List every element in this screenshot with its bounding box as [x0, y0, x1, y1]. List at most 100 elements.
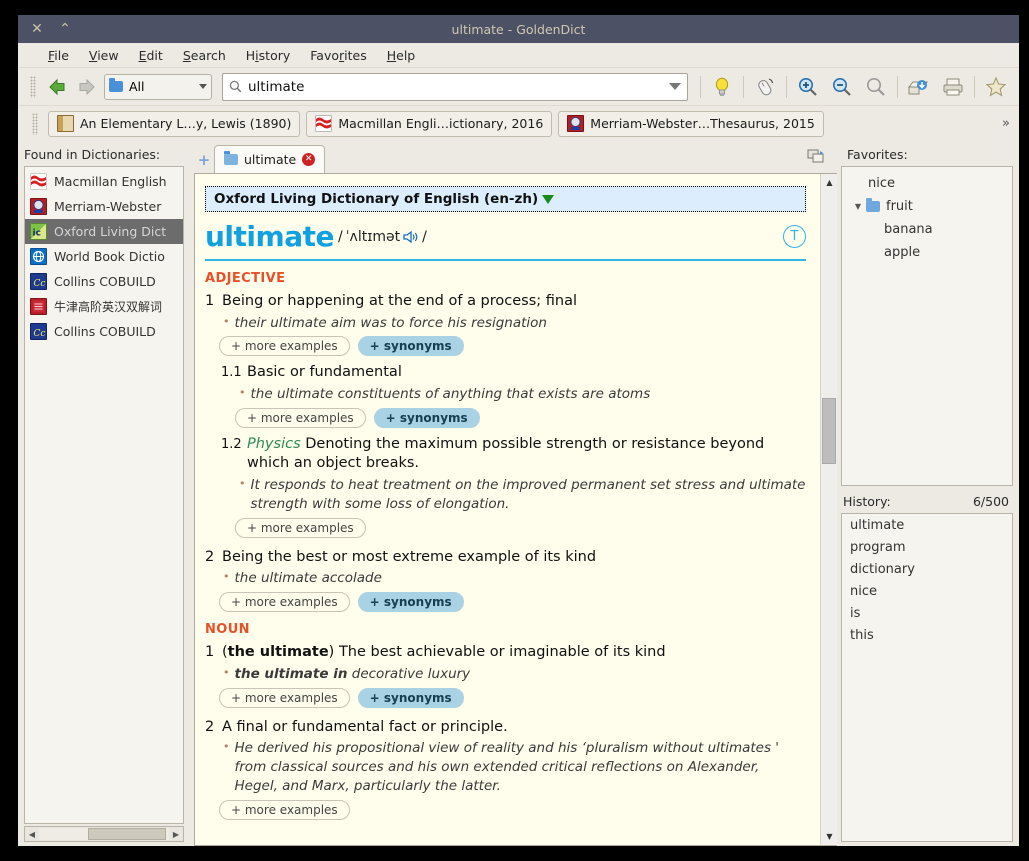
favorites-item-nice[interactable]: nice — [844, 172, 1010, 195]
translate-badge[interactable]: T — [783, 225, 806, 248]
history-list[interactable]: ultimate program dictionary nice is this — [841, 513, 1013, 842]
synonyms-button[interactable]: + synonyms — [357, 336, 464, 357]
dictbar-button-latin[interactable]: An Elementary L…y, Lewis (1890) — [48, 110, 301, 137]
found-item-oxford[interactable]: ic Oxford Living Dict — [25, 219, 183, 244]
sense-noun-2: 2 A final or fundamental fact or princip… — [205, 718, 806, 738]
found-list-horizontal-scrollbar[interactable]: ◀ ▶ — [24, 826, 184, 842]
zoom-in-icon[interactable] — [793, 72, 823, 102]
toolbar-grip[interactable] — [30, 75, 36, 98]
synonyms-button[interactable]: + synonyms — [357, 687, 464, 708]
tab-list-icon[interactable] — [807, 148, 825, 168]
folder-icon — [866, 198, 880, 212]
tab-ultimate[interactable]: ultimate ✕ — [214, 145, 326, 173]
found-item-collins-2[interactable]: Cc Collins COBUILD — [25, 319, 183, 344]
dictbar-button-merriam[interactable]: Merriam-Webster…Thesaurus, 2015 — [558, 110, 824, 137]
save-article-icon[interactable] — [904, 72, 934, 102]
menu-favorites[interactable]: Favorites — [300, 46, 376, 65]
found-item-oxford-chinese[interactable]: 牛津高阶英汉双解词 — [25, 294, 183, 319]
toolbar-separator — [700, 75, 701, 98]
oxford-chinese-icon — [30, 298, 47, 315]
bullet-icon: • — [223, 665, 230, 679]
svg-text:Cc: Cc — [34, 329, 46, 339]
favorites-list[interactable]: nice ▼ fruit banana apple — [841, 166, 1013, 486]
favorites-item-apple[interactable]: apple — [844, 241, 1010, 264]
more-examples-button[interactable]: + more examples — [219, 799, 350, 820]
forward-arrow-icon[interactable] — [74, 74, 100, 100]
menu-search[interactable]: Search — [173, 46, 236, 65]
dictbar-grip[interactable] — [32, 112, 38, 135]
green-triangle-icon[interactable] — [542, 194, 555, 204]
more-examples-button[interactable]: + more examples — [235, 517, 366, 538]
menu-history[interactable]: History — [236, 46, 301, 65]
macmillan-icon — [315, 115, 333, 132]
found-item-merriam[interactable]: Merriam-Webster — [25, 194, 183, 219]
print-icon[interactable] — [938, 72, 968, 102]
tab-label: ultimate — [244, 152, 297, 167]
favorites-item-label: banana — [884, 222, 933, 237]
menu-edit[interactable]: Edit — [129, 46, 173, 65]
scroll-down-icon[interactable]: ▼ — [824, 832, 835, 841]
favorites-item-banana[interactable]: banana — [844, 218, 1010, 241]
history-item[interactable]: is — [844, 606, 1010, 628]
history-item[interactable]: ultimate — [844, 518, 1010, 540]
article-vertical-scrollbar[interactable]: ▲ ▼ — [820, 174, 837, 845]
hscroll-track[interactable] — [39, 828, 169, 840]
macmillan-icon — [30, 173, 47, 190]
collins-icon: Cc — [30, 323, 47, 340]
found-item-label: Collins COBUILD — [54, 324, 156, 339]
speaker-icon[interactable] — [403, 230, 419, 244]
found-item-macmillan[interactable]: Macmillan English — [25, 169, 183, 194]
close-icon[interactable]: ✕ — [30, 22, 44, 36]
scroll-up-icon[interactable]: ▲ — [824, 178, 835, 187]
subsense-text: Denoting the maximum possible strength o… — [247, 435, 765, 472]
zoom-out-icon[interactable] — [827, 72, 857, 102]
zoom-reset-icon[interactable] — [861, 72, 891, 102]
scan-popup-icon[interactable] — [750, 72, 780, 102]
menu-help[interactable]: Help — [377, 46, 426, 65]
article-dictionary-header[interactable]: Oxford Living Dictionary of English (en-… — [205, 186, 806, 212]
dictionary-group-selector[interactable]: All — [104, 73, 212, 100]
add-tab-button[interactable]: + — [194, 147, 214, 173]
close-icon[interactable]: ✕ — [302, 153, 316, 166]
found-item-label: 牛津高阶英汉双解词 — [54, 300, 163, 314]
dictbar-label: Merriam-Webster…Thesaurus, 2015 — [590, 116, 815, 131]
found-item-world-book[interactable]: World Book Dictio — [25, 244, 183, 269]
window-title: ultimate - GoldenDict — [451, 21, 586, 37]
menu-view[interactable]: View — [79, 46, 129, 65]
expander-triangle-icon[interactable]: ▼ — [850, 202, 866, 211]
synonyms-button[interactable]: + synonyms — [357, 592, 464, 613]
history-item[interactable]: program — [844, 540, 1010, 562]
menu-file[interactable]: File — [38, 46, 79, 65]
chevron-down-icon[interactable] — [669, 83, 681, 90]
vscroll-thumb[interactable] — [822, 398, 836, 464]
more-examples-button[interactable]: + more examples — [219, 336, 350, 357]
history-item[interactable]: dictionary — [844, 562, 1010, 584]
example-adj-1-2: • It responds to heat treatment on the i… — [239, 476, 806, 514]
back-arrow-icon[interactable] — [44, 74, 70, 100]
search-input[interactable]: ultimate — [222, 72, 688, 101]
merriam-webster-icon — [30, 198, 47, 215]
history-item[interactable]: nice — [844, 584, 1010, 606]
folder-icon — [224, 151, 238, 165]
more-examples-button[interactable]: + more examples — [219, 687, 350, 708]
scroll-left-icon[interactable]: ◀ — [25, 830, 39, 839]
synonyms-button[interactable]: + synonyms — [373, 407, 480, 428]
dictbar-overflow-icon[interactable]: » — [1002, 116, 1010, 131]
scroll-right-icon[interactable]: ▶ — [169, 830, 183, 839]
button-row-adj-1-1: + more examples + synonyms — [235, 407, 806, 428]
more-examples-button[interactable]: + more examples — [219, 592, 350, 613]
subsense-text: Basic or fundamental — [247, 364, 402, 381]
more-examples-button[interactable]: + more examples — [235, 407, 366, 428]
dictbar-button-macmillan[interactable]: Macmillan Engli…ictionary, 2016 — [306, 110, 553, 137]
collapse-chevron-icon[interactable]: ⌃ — [58, 22, 72, 36]
history-title: History: — [843, 494, 891, 509]
found-item-collins-1[interactable]: Cc Collins COBUILD — [25, 269, 183, 294]
found-dictionaries-list[interactable]: Macmillan English Merriam-Webster ic Oxf… — [24, 166, 184, 824]
favorites-folder-fruit[interactable]: ▼ fruit — [844, 195, 1010, 218]
sense-number: 1 — [205, 644, 215, 661]
hscroll-thumb[interactable] — [88, 828, 167, 840]
lightbulb-icon[interactable] — [707, 72, 737, 102]
add-favorite-star-icon[interactable] — [981, 72, 1011, 102]
example-text: the ultimate constituents of anything th… — [250, 386, 651, 403]
history-item[interactable]: this — [844, 628, 1010, 650]
